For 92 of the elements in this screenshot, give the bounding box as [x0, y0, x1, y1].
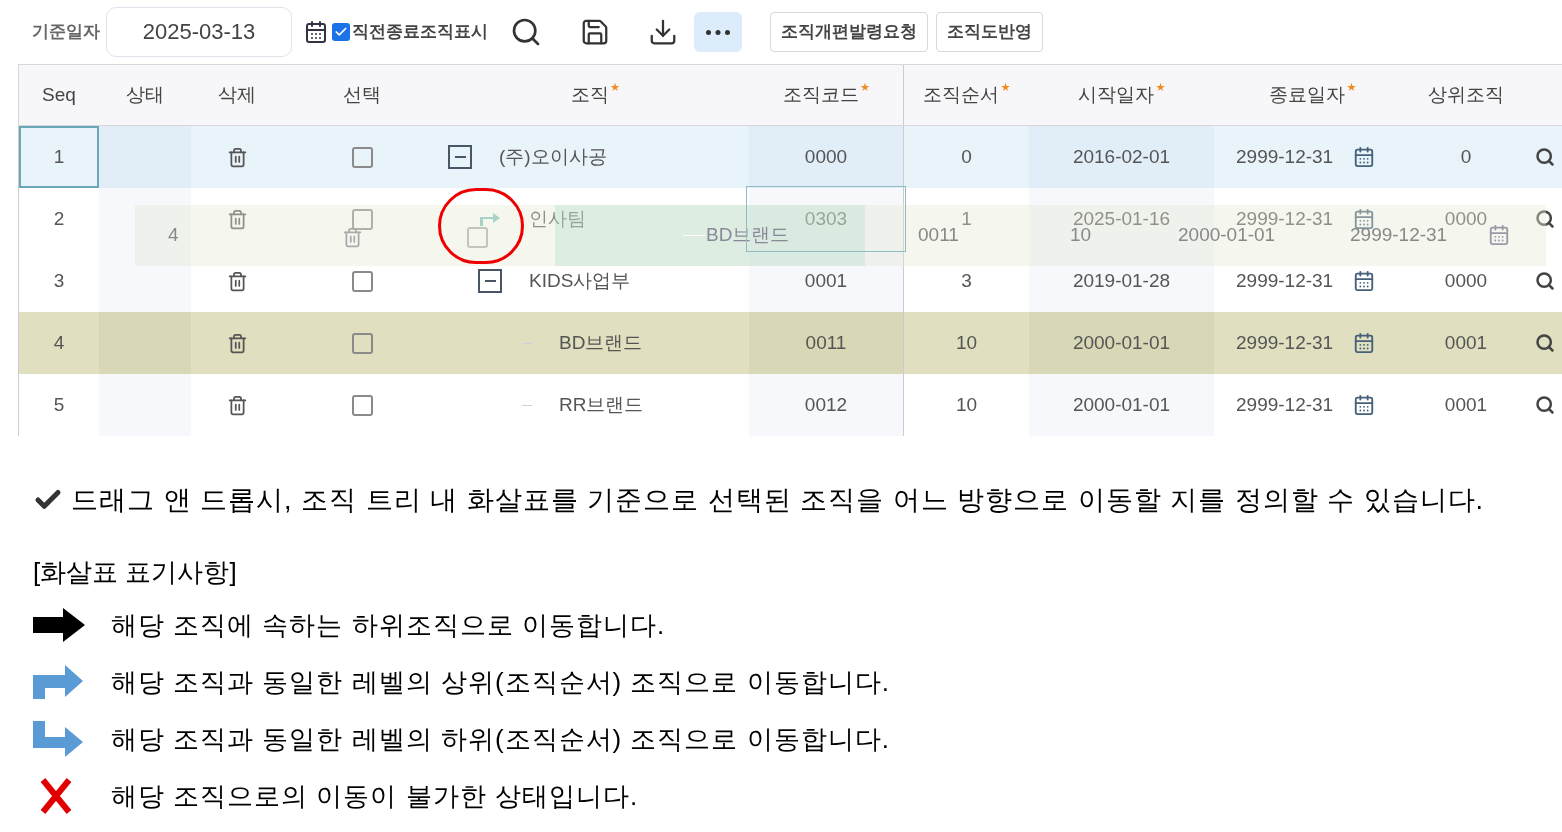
column-header[interactable]: 시작일자	[1078, 80, 1165, 110]
column-header[interactable]: Seq	[42, 80, 76, 110]
save-icon[interactable]	[580, 17, 610, 47]
row-checkbox[interactable]	[351, 394, 373, 416]
table-cell-text: 0001	[1444, 330, 1488, 355]
seq-cell-text: 5	[53, 392, 65, 417]
org-name: KIDS사업부	[529, 268, 631, 293]
calendar-icon[interactable]	[1353, 270, 1376, 292]
ghost-cell-text: 0011	[918, 223, 959, 247]
column-header[interactable]: 상태	[126, 80, 164, 110]
collapse-toggle[interactable]	[448, 145, 472, 169]
org-name: (주)오이사공	[499, 144, 607, 169]
check-icon	[334, 25, 348, 39]
legend-title: [화살표 표기사항]	[33, 555, 238, 589]
ghost-seq: 4	[168, 223, 179, 247]
search-icon[interactable]	[1535, 333, 1555, 353]
table-cell-text: 1	[961, 206, 972, 231]
drop-arrow-icon	[479, 212, 501, 226]
table-row[interactable]: 4 BD브랜드 0011 10 2000-01-01 2999-12-31 0001	[18, 312, 1562, 374]
delete-icon	[342, 227, 363, 248]
table-cell-text: 2999-12-31	[1236, 144, 1334, 169]
toolbar-button[interactable]: 조직개편발령요청	[770, 12, 928, 52]
column-header[interactable]: 조직순서	[923, 80, 1010, 110]
table-cell-text: 3	[961, 268, 972, 293]
seq-cell-text: 1	[53, 144, 65, 169]
table-cell-text: 10	[955, 392, 978, 417]
date-field[interactable]: 2025-03-13	[106, 7, 292, 57]
org-name: RR브랜드	[559, 392, 644, 417]
column-header[interactable]: 종료일자	[1269, 80, 1356, 110]
show-closed-label: 직전종료조직표시	[352, 21, 488, 44]
table-cell-text: 2000-01-01	[1072, 392, 1171, 417]
search-icon[interactable]	[1535, 209, 1555, 229]
seq-cell-text: 3	[53, 268, 65, 293]
table-cell-text: 0012	[804, 392, 848, 417]
seq-cell-text: 4	[53, 330, 65, 355]
arrow-right-icon	[33, 608, 85, 642]
search-icon[interactable]	[1535, 271, 1555, 291]
delete-icon[interactable]	[226, 146, 248, 168]
table-cell-text: 0011	[805, 330, 847, 355]
row-checkbox[interactable]	[351, 208, 373, 230]
table-cell-text: 2999-12-31	[1236, 392, 1334, 417]
column-header[interactable]: 선택	[343, 80, 381, 110]
column-header[interactable]: 조직	[570, 80, 620, 110]
cross-icon	[40, 778, 72, 814]
toolbar-button[interactable]: 조직도반영	[936, 12, 1043, 52]
column-header[interactable]: 상위조직	[1428, 80, 1504, 110]
table-cell-text: 0	[1460, 144, 1472, 169]
table-cell-text: 2016-02-01	[1072, 144, 1171, 169]
more-button[interactable]	[694, 12, 742, 52]
delete-icon[interactable]	[226, 394, 248, 416]
more-icon	[706, 29, 730, 35]
table-cell-text: 2000-01-01	[1072, 330, 1171, 355]
table-cell-text: 2999-12-31	[1236, 268, 1334, 293]
legend-text: 해당 조직에 속하는 하위조직으로 이동합니다.	[111, 608, 666, 642]
column-header[interactable]: 삭제	[218, 80, 256, 110]
calendar-icon	[1488, 224, 1510, 246]
org-name: BD브랜드	[559, 330, 643, 355]
table-cell-text: 0303	[804, 206, 848, 231]
table-cell-text: 10	[955, 330, 978, 355]
table-cell-text: 2019-01-28	[1072, 268, 1171, 293]
seq-cell-text: 2	[53, 206, 65, 231]
table-cell-text: 0000	[804, 144, 848, 169]
table-cell-text: 0000	[1444, 268, 1488, 293]
table-cell-text: 0001	[804, 268, 848, 293]
calendar-icon[interactable]	[1353, 394, 1376, 416]
search-icon[interactable]	[1535, 147, 1555, 167]
show-closed-checkbox[interactable]	[332, 23, 350, 41]
column-header[interactable]: 조직코드	[782, 80, 870, 110]
row-checkbox[interactable]	[351, 270, 373, 292]
search-icon[interactable]	[510, 16, 542, 48]
collapse-toggle[interactable]	[478, 269, 502, 293]
note-text: 드래그 앤 드롭시, 조직 트리 내 화살표를 기준으로 선택된 조직을 어느 방향으로 이동할 지를 정의할 수 있습니다.	[71, 484, 1485, 517]
delete-icon[interactable]	[226, 270, 248, 292]
row-checkbox[interactable]	[351, 332, 373, 354]
search-icon[interactable]	[1535, 395, 1555, 415]
table-cell-text: 0001	[1444, 392, 1488, 417]
date-label: 기준일자	[32, 21, 100, 44]
calendar-icon[interactable]	[304, 20, 328, 44]
row-checkbox[interactable]	[467, 227, 488, 248]
org-name: 인사팀	[529, 206, 586, 231]
turn-arrow-icon	[33, 721, 83, 757]
calendar-icon[interactable]	[1353, 146, 1376, 168]
row-checkbox[interactable]	[351, 146, 373, 168]
turn-arrow-icon	[33, 665, 83, 699]
legend-text: 해당 조직과 동일한 레벨의 상위(조직순서) 조직으로 이동합니다.	[111, 665, 890, 699]
delete-icon[interactable]	[226, 332, 248, 354]
legend-text: 해당 조직으로의 이동이 불가한 상태입니다.	[111, 779, 639, 813]
table-cell-text: 2999-12-31	[1236, 330, 1334, 355]
download-icon[interactable]	[648, 17, 678, 47]
table-cell-text: 0	[961, 144, 972, 169]
table-row[interactable]: 1 (주)오이사공 0000 0 2016-02-01 2999-12-31 0	[18, 126, 1562, 188]
legend-text: 해당 조직과 동일한 레벨의 하위(조직순서) 조직으로 이동합니다.	[111, 722, 890, 756]
